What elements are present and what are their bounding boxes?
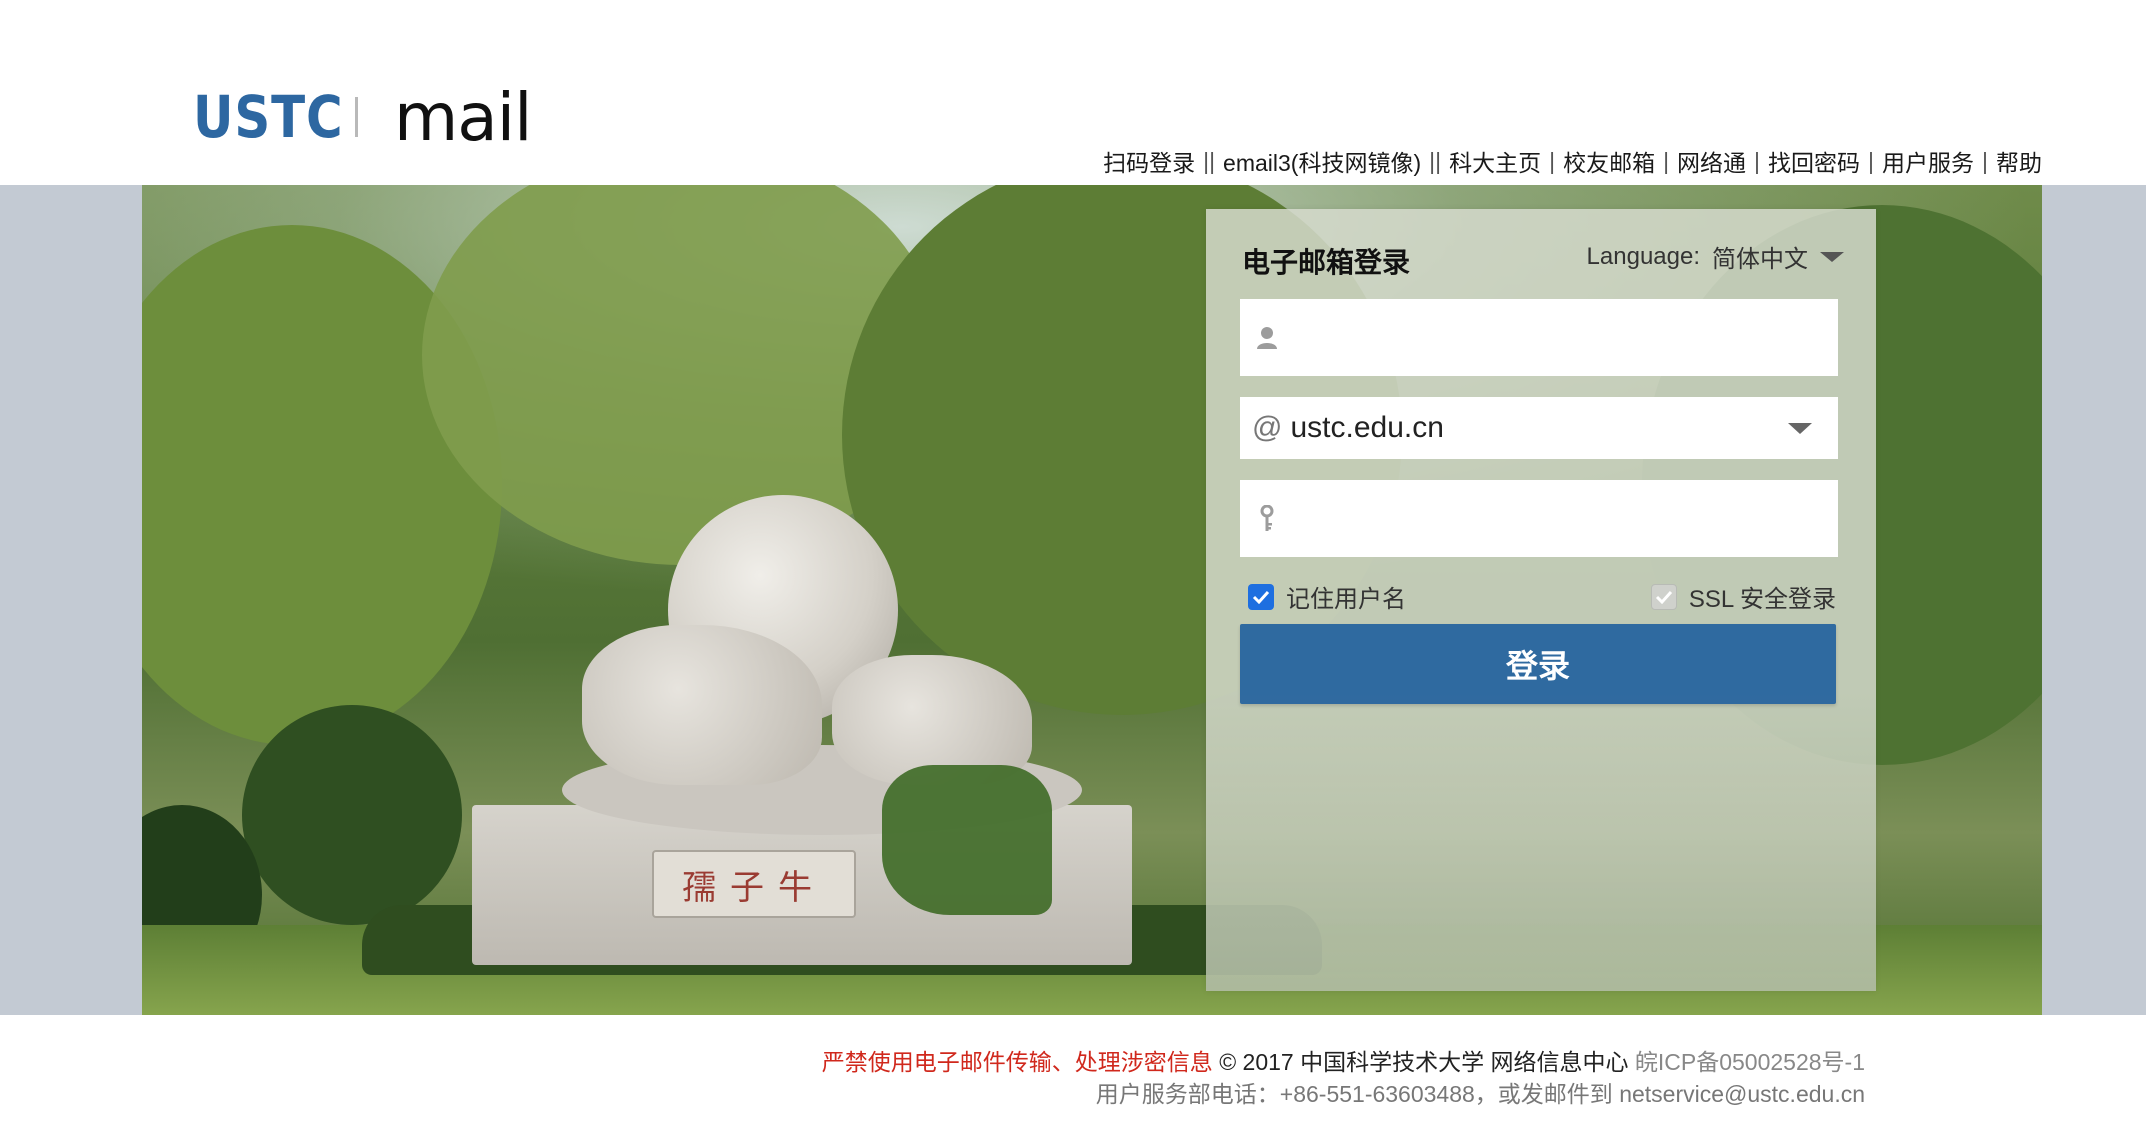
domain-at-sign: @ (1252, 411, 1283, 444)
footer-line-1: 严禁使用电子邮件传输、处理涉密信息 © 2017 中国科学技术大学 网络信息中心… (822, 1043, 1865, 1077)
ssl-login-label: SSL 安全登录 (1688, 586, 1836, 613)
nav-separator: | (1982, 147, 1988, 174)
copyright-text: © 2017 中国科学技术大学 网络信息中心 (1219, 1049, 1629, 1075)
statue-plaque: 孺子牛 (652, 850, 856, 918)
nav-wangluotong[interactable]: 网络通 (1677, 144, 1746, 178)
username-input[interactable] (1294, 298, 1838, 377)
nav-alumni-mail[interactable]: 校友邮箱 (1563, 144, 1655, 178)
chevron-down-icon[interactable] (1820, 251, 1844, 262)
page-header: USTC mail 扫码登录 || email3(科技网镜像) || 科大主页 … (0, 0, 2146, 185)
nav-separator: | (1754, 147, 1761, 174)
service-contact: 用户服务部电话：+86-551-63603488，或发邮件到 netservic… (1095, 1081, 1865, 1107)
nav-separator: || (1429, 147, 1442, 174)
page-footer: 严禁使用电子邮件传输、处理涉密信息 © 2017 中国科学技术大学 网络信息中心… (0, 1015, 2146, 1140)
nav-user-service[interactable]: 用户服务 (1882, 144, 1974, 178)
login-title: 电子邮箱登录 (1242, 247, 1411, 278)
login-button[interactable]: 登录 (1240, 624, 1836, 704)
language-selector[interactable]: Language: 简体中文 (1587, 239, 1844, 274)
domain-select[interactable]: @ ustc.edu.cn (1240, 397, 1838, 459)
nav-separator: | (1868, 147, 1875, 174)
remember-username-option[interactable]: 记住用户名 (1248, 579, 1406, 614)
remember-username-checkbox[interactable] (1248, 583, 1274, 610)
domain-value: ustc.edu.cn (1290, 411, 1444, 444)
nav-separator: | (1663, 147, 1670, 174)
logo-ustc-text: USTC (193, 83, 344, 151)
nav-ustc-homepage[interactable]: 科大主页 (1449, 144, 1541, 178)
security-warning: 严禁使用电子邮件传输、处理涉密信息 (821, 1049, 1213, 1075)
nav-help[interactable]: 帮助 (1996, 144, 2042, 178)
username-field[interactable] (1240, 298, 1838, 377)
logo-divider (355, 97, 358, 137)
ssl-login-checkbox[interactable] (1650, 583, 1677, 610)
nav-separator: || (1203, 147, 1216, 174)
password-input[interactable] (1294, 479, 1838, 558)
photo-tree (242, 705, 462, 925)
remember-username-label: 记住用户名 (1286, 586, 1406, 613)
user-icon (1240, 299, 1294, 376)
chevron-down-icon[interactable] (1788, 422, 1812, 434)
nav-email3-mirror[interactable]: email3(科技网镜像) (1223, 144, 1421, 178)
logo-mail-text: mail (394, 78, 532, 156)
nav-recover-password[interactable]: 找回密码 (1768, 144, 1860, 178)
statue-ivy (882, 765, 1052, 915)
nav-qr-login[interactable]: 扫码登录 (1103, 144, 1195, 178)
top-navigation: 扫码登录 || email3(科技网镜像) || 科大主页 | 校友邮箱 | 网… (1103, 144, 2042, 178)
login-panel: 电子邮箱登录 Language: 简体中文 @ ustc.edu.cn 记住用户… (1206, 209, 1876, 991)
language-label: Language: (1586, 242, 1700, 270)
password-field[interactable] (1240, 479, 1838, 558)
ustc-mail-logo[interactable]: USTC mail (193, 79, 532, 156)
key-icon (1240, 480, 1294, 557)
nav-separator: | (1549, 147, 1556, 174)
statue-ox-left (582, 625, 822, 785)
ssl-login-option[interactable]: SSL 安全登录 (1650, 579, 1836, 614)
icp-license-link[interactable]: 皖ICP备05002528号-1 (1635, 1049, 1865, 1075)
language-value[interactable]: 简体中文 (1712, 239, 1808, 274)
